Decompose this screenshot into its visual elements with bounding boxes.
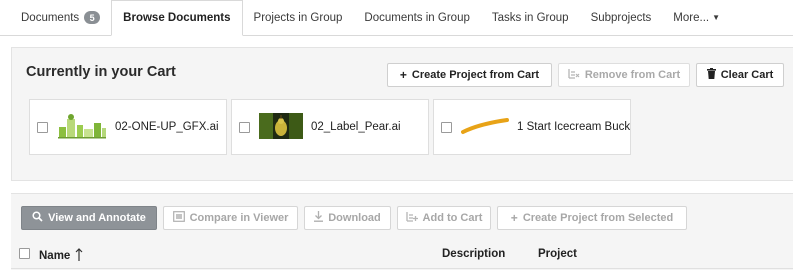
tab-tasks-in-group[interactable]: Tasks in Group [481,0,580,35]
remove-from-cart-button[interactable]: Remove from Cart [558,63,690,87]
grid-header: Name Description Project [11,239,793,269]
column-header-project[interactable]: Project [538,248,577,260]
select-all-checkbox[interactable] [19,248,30,259]
compare-in-viewer-label: Compare in Viewer [189,212,289,224]
table-row [11,270,793,277]
documents-count-badge: 5 [84,11,101,24]
tab-browse-documents-label: Browse Documents [123,12,231,24]
column-header-name[interactable]: Name [39,248,83,264]
trash-icon [706,68,716,82]
tab-more-label: More... [673,11,710,24]
cart-item-name: 02-ONE-UP_GFX.ai [115,121,219,133]
download-button[interactable]: Download [304,206,391,230]
plus-icon: + [399,68,407,82]
create-project-from-cart-label: Create Project from Cart [411,69,540,81]
sort-ascending-icon[interactable] [75,248,83,264]
tab-documents-in-group-label: Documents in Group [364,11,470,24]
column-name-label: Name [39,250,71,262]
tab-subprojects-label: Subprojects [590,11,652,24]
create-project-from-selected-button[interactable]: + Create Project from Selected [497,206,687,230]
cart-item-thumbnail [259,112,303,142]
cart-item-checkbox[interactable] [37,121,48,133]
remove-from-cart-label: Remove from Cart [584,69,681,81]
compare-in-viewer-button[interactable]: Compare in Viewer [163,206,298,230]
plus-icon: + [510,211,518,225]
remove-from-cart-icon [568,68,580,82]
add-to-cart-label: Add to Cart [422,212,483,224]
cart-item-checkbox[interactable] [239,121,250,133]
view-and-annotate-label: View and Annotate [48,212,146,224]
caret-down-icon: ▼ [712,13,721,22]
clear-cart-button[interactable]: Clear Cart [696,63,784,87]
cart-item[interactable]: 02_Label_Pear.ai [231,99,429,155]
download-icon [314,211,324,225]
create-project-from-selected-label: Create Project from Selected [522,212,674,224]
add-to-cart-button[interactable]: Add to Cart [397,206,491,230]
tab-browse-documents[interactable]: Browse Documents [111,0,243,36]
cart-item-thumbnail [57,113,107,142]
tab-documents-label: Documents [21,11,80,24]
cart-item-checkbox[interactable] [441,121,452,133]
cart-item[interactable]: 1 Start Icecream Buck.. [433,99,631,155]
documents-area: View and Annotate Compare in Viewer Down… [11,193,793,277]
cart-item[interactable]: 02-ONE-UP_GFX.ai [29,99,227,155]
tab-documents[interactable]: Documents 5 [10,0,111,35]
cart-title: Currently in your Cart [26,64,176,80]
create-project-from-cart-button[interactable]: + Create Project from Cart [387,63,552,87]
compare-icon [172,211,185,225]
tab-subprojects[interactable]: Subprojects [580,0,663,35]
cart-item-name: 02_Label_Pear.ai [311,121,401,133]
tab-projects-in-group[interactable]: Projects in Group [243,0,354,35]
tab-tasks-in-group-label: Tasks in Group [491,11,569,24]
column-header-description[interactable]: Description [442,248,505,260]
cart-item-thumbnail [461,113,509,142]
tab-projects-in-group-label: Projects in Group [253,11,343,24]
download-label: Download [328,212,381,224]
search-icon [32,211,43,225]
tab-documents-in-group[interactable]: Documents in Group [353,0,480,35]
clear-cart-label: Clear Cart [720,69,774,81]
cart-panel: Currently in your Cart + Create Project … [11,47,793,181]
cart-item-name: 1 Start Icecream Buck.. [517,121,630,133]
add-to-cart-icon [405,211,418,225]
tab-bar: Documents 5 Browse Documents Projects in… [0,0,793,36]
tab-more-dropdown[interactable]: More... ▼ [662,0,731,35]
view-and-annotate-button[interactable]: View and Annotate [21,206,157,230]
